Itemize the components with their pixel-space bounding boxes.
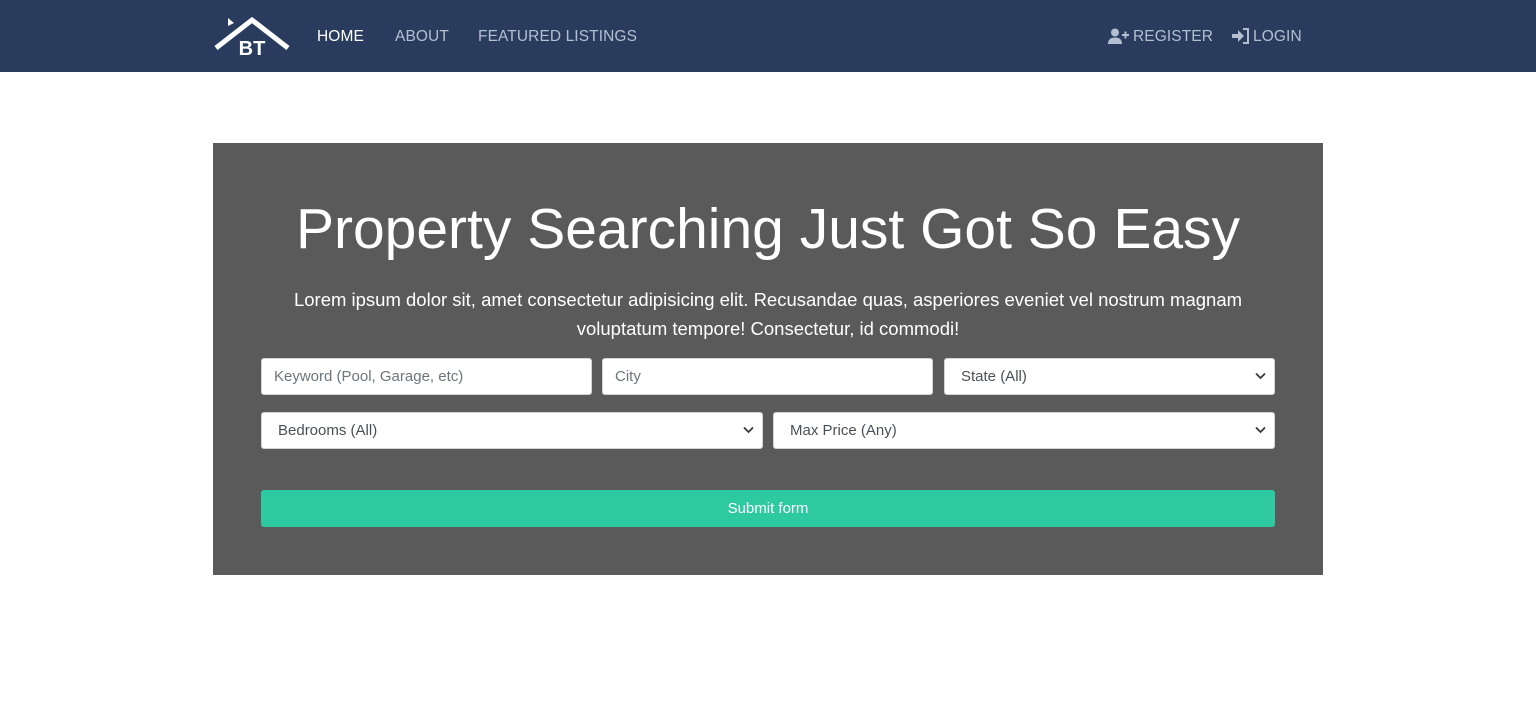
user-plus-icon [1108,28,1129,44]
keyword-input[interactable] [261,358,592,395]
nav-featured-listings[interactable]: FEATURED LISTINGS [478,26,637,48]
submit-button[interactable]: Submit form [261,490,1275,527]
chevron-down-icon [1255,372,1266,380]
nav-login-label: LOGIN [1253,28,1302,45]
nav-register-label: REGISTER [1133,28,1214,45]
chevron-down-icon [743,426,754,434]
svg-text:BT: BT [239,38,266,58]
max-price-select[interactable]: Max Price (Any) [773,412,1275,449]
nav-about[interactable]: ABOUT [395,26,449,48]
state-select-value: State (All) [961,368,1027,385]
nav-home[interactable]: HOME [317,26,364,48]
hero-title: Property Searching Just Got So Easy [295,197,1241,261]
bedrooms-select[interactable]: Bedrooms (All) [261,412,763,449]
sign-in-icon [1232,28,1249,44]
nav-login[interactable]: LOGIN [1232,26,1302,48]
nav-register[interactable]: REGISTER [1108,26,1213,48]
logo-icon[interactable]: BT [214,14,292,58]
state-select[interactable]: State (All) [944,358,1275,395]
navbar: BT HOME ABOUT FEATURED LISTINGS REGISTER… [0,0,1536,72]
bedrooms-select-value: Bedrooms (All) [278,422,378,439]
hero-description: Lorem ipsum dolor sit, amet consectetur … [293,289,1243,339]
max-price-select-value: Max Price (Any) [790,422,897,439]
search-hero: Property Searching Just Got So Easy Lore… [213,143,1323,575]
city-input[interactable] [602,358,933,395]
chevron-down-icon [1255,426,1266,434]
